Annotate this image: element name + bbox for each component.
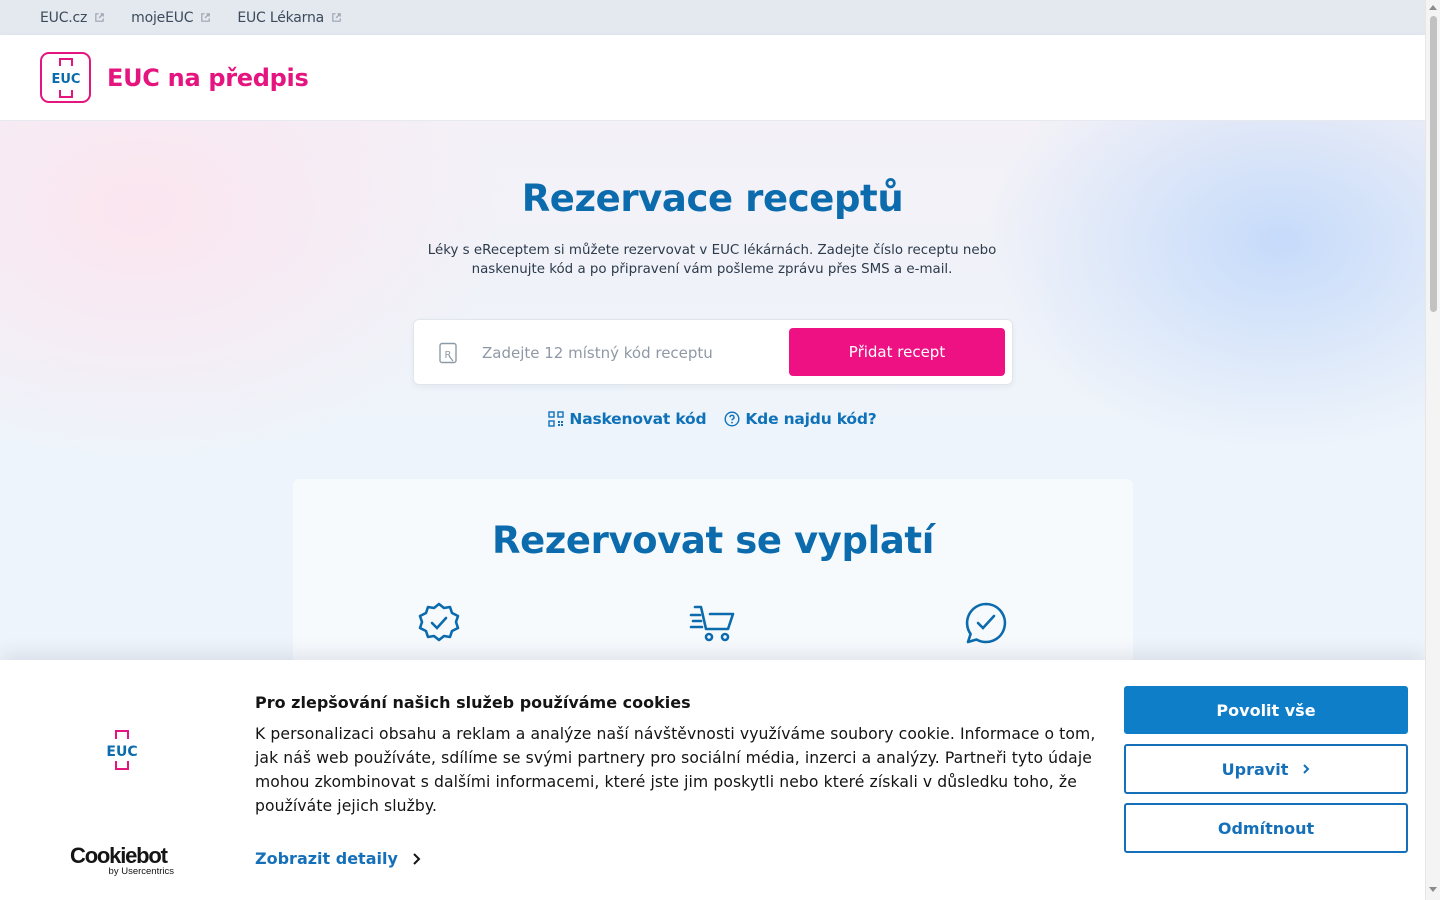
customize-button[interactable]: Upravit [1124,744,1408,794]
site-logo[interactable]: EUC [40,52,91,103]
external-link-icon [201,13,211,22]
page-scrollbar[interactable] [1425,0,1440,900]
customize-label: Upravit [1221,759,1289,779]
scroll-up-arrow-icon[interactable] [1429,5,1437,10]
top-utility-bar: EUC.cz mojeEUC EUC Lékarna [0,0,1425,35]
scan-code-link[interactable]: Naskenovat kód [548,410,707,428]
add-prescription-button[interactable]: Přidat recept [789,328,1005,376]
page-title: Rezervace receptů [521,177,904,220]
hero-subtitle-line1: Léky s eReceptem si můžete rezervovat v … [427,243,997,258]
prescription-rx-icon: R [438,342,458,368]
euc-cookie-logo-icon: EUC [106,730,138,770]
qr-code-icon [548,411,565,427]
cookie-text: K personalizaci obsahu a reklam a analýz… [255,725,1096,815]
svg-text:R: R [445,350,452,361]
cookie-consent-banner: EUC Cookiebot by Usercentrics Pro zlepšo… [0,660,1425,900]
benefits-section: Rezervovat se vyplatí [293,479,1133,661]
hero-section: Rezervace receptů Léky s eReceptem si mů… [0,121,1425,661]
chevron-right-icon [413,852,421,865]
topbar-link-label: EUC.cz [40,9,88,26]
allow-all-label: Povolit vše [1216,700,1316,720]
hero-subtitle: Léky s eReceptem si můžete rezervovat v … [412,241,1012,279]
hero-subtitle-line2: naskenujte kód a po připravení vám pošle… [471,262,953,277]
brand-name[interactable]: EUC na předpis [107,64,309,92]
cookie-title: Pro zlepšování našich služeb používáme c… [255,693,691,712]
external-link-icon [332,13,341,22]
topbar-link-euc-lekarna[interactable]: EUC Lékarna [237,10,342,26]
cookie-logo-text: EUC [106,744,137,760]
deny-label: Odmítnout [1217,818,1315,838]
cookiebot-name: Cookiebot [70,843,168,868]
hero-links: Naskenovat kód Kde najdu kód? [0,410,1425,428]
prescription-search-form: R Přidat recept [413,319,1013,385]
show-details-label: Zobrazit detaily [255,849,398,868]
topbar-link-mojeeuc[interactable]: mojeEUC [131,10,211,26]
chat-check-icon [965,602,1007,644]
chevron-right-icon [1303,764,1310,774]
topbar-link-label: mojeEUC [131,9,194,26]
fast-cart-icon [689,605,735,642]
help-circle-icon [724,411,740,427]
external-link-icon [95,13,104,22]
topbar-link-euc[interactable]: EUC.cz [40,10,105,26]
where-is-code-link[interactable]: Kde najdu kód? [724,410,877,428]
where-is-code-label: Kde najdu kód? [745,410,877,428]
scroll-thumb[interactable] [1430,16,1437,312]
site-header: EUC EUC na předpis [0,35,1425,121]
logo-text: EUC [51,72,80,87]
scroll-down-arrow-icon[interactable] [1429,887,1437,892]
deny-button[interactable]: Odmítnout [1124,803,1408,853]
scan-code-label: Naskenovat kód [569,410,707,428]
topbar-link-label: EUC Lékarna [237,9,325,26]
cookiebot-logo[interactable]: Cookiebot by Usercentrics [70,843,174,878]
badge-check-icon [418,602,460,642]
allow-all-button[interactable]: Povolit vše [1124,686,1408,734]
show-details-link[interactable]: Zobrazit detaily [255,849,421,868]
euc-cross-logo-icon: EUC [51,57,80,98]
benefits-title: Rezervovat se vyplatí [492,519,934,562]
prescription-code-input[interactable] [482,336,782,370]
